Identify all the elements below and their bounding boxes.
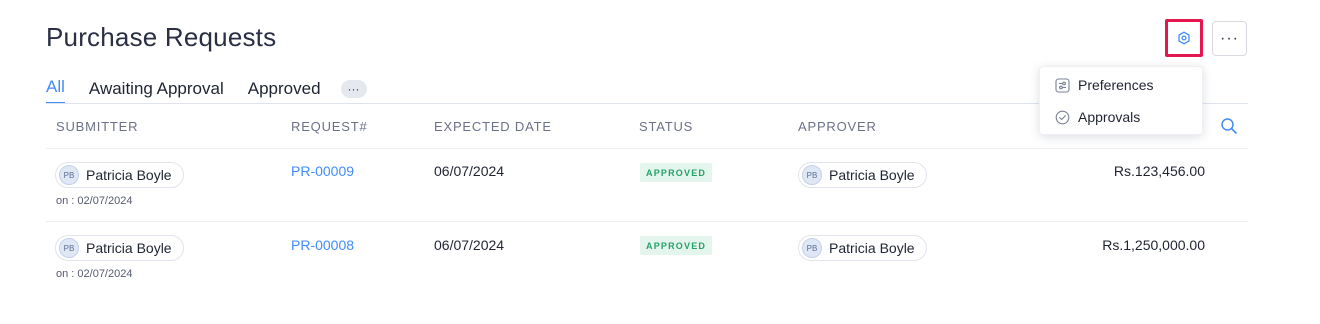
submitted-date: on : 02/07/2024 [56,268,133,280]
more-actions-button[interactable]: ··· [1212,21,1247,56]
tab-approved[interactable]: Approved [248,76,321,102]
status-badge: APPROVED [640,163,713,182]
settings-button[interactable] [1165,19,1203,57]
request-number-link[interactable]: PR-00009 [291,163,354,179]
page-title: Purchase Requests [46,22,277,52]
request-number-link[interactable]: PR-00008 [291,237,354,253]
header-divider [46,148,1248,149]
avatar: PB [802,238,822,258]
submitter-chip: PB Patricia Boyle [55,235,184,261]
avatar: PB [802,165,822,185]
submitter-name: Patricia Boyle [86,167,172,183]
column-header-expected-date: EXPECTED DATE [434,119,552,134]
column-header-approver: APPROVER [798,119,877,134]
column-header-submitter: SUBMITTER [56,119,139,134]
expected-date: 06/07/2024 [434,237,505,253]
menu-item-approvals[interactable]: Approvals [1055,109,1140,125]
sliders-icon [1055,77,1078,93]
column-header-status: STATUS [639,119,694,134]
tab-bar: All Awaiting Approval Approved ··· [46,74,367,104]
status-badge: APPROVED [640,236,713,255]
menu-item-label: Preferences [1078,77,1154,93]
search-icon[interactable] [1220,117,1238,140]
submitter-name: Patricia Boyle [86,240,172,256]
avatar: PB [59,165,79,185]
gear-icon [1177,31,1191,45]
amount: Rs.1,250,000.00 [1102,237,1205,253]
approver-chip: PB Patricia Boyle [798,162,927,188]
submitted-date: on : 02/07/2024 [56,195,133,207]
menu-item-preferences[interactable]: Preferences [1055,77,1153,93]
submitter-chip: PB Patricia Boyle [55,162,184,188]
approver-chip: PB Patricia Boyle [798,235,927,261]
column-header-request: REQUEST# [291,119,368,134]
row-divider [46,221,1248,222]
expected-date: 06/07/2024 [434,163,505,179]
amount: Rs.123,456.00 [1113,163,1205,179]
tab-all[interactable]: All [46,74,65,104]
menu-item-label: Approvals [1078,109,1141,125]
tab-awaiting-approval[interactable]: Awaiting Approval [89,76,224,102]
tabs-more-button[interactable]: ··· [340,80,367,98]
check-circle-icon [1055,110,1078,125]
avatar: PB [59,238,79,258]
approver-name: Patricia Boyle [829,240,915,256]
approver-name: Patricia Boyle [829,167,915,183]
settings-dropdown: Preferences Approvals [1039,66,1203,135]
